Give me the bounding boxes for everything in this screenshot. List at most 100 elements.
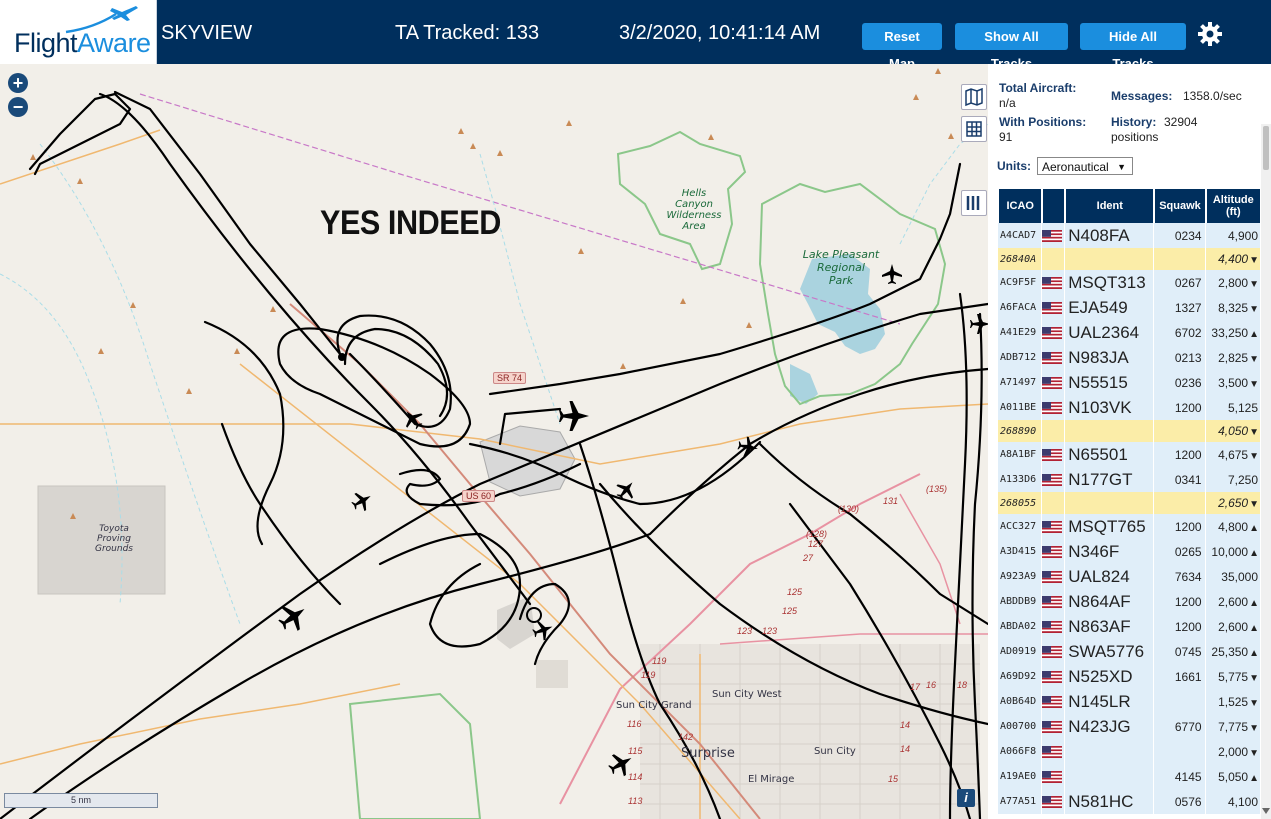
- table-row[interactable]: ACC327 MSQT765 1200 4,800▲: [998, 514, 1260, 539]
- units-select[interactable]: Aeronautical ▼: [1037, 157, 1133, 175]
- row-ident: [1065, 492, 1154, 514]
- label-hells-canyon: Hells Canyon Wilderness Area: [666, 188, 722, 232]
- show-all-tracks-button[interactable]: Show All Tracks: [955, 23, 1068, 71]
- row-flag: [1042, 514, 1065, 539]
- row-altitude-value: 5,775: [1218, 669, 1249, 684]
- table-row[interactable]: AD0919 SWA5776 0745 25,350▲: [998, 639, 1260, 664]
- table-row[interactable]: A011BE N103VK 1200 5,125: [998, 395, 1260, 420]
- row-icao: A6FACA: [998, 295, 1042, 320]
- table-row[interactable]: ADB712 N983JA 0213 2,825▼: [998, 345, 1260, 370]
- map-base-layer[interactable]: [0, 64, 988, 819]
- row-squawk: 0745: [1154, 639, 1205, 664]
- row-ident: N55515: [1065, 370, 1154, 395]
- grid-icon[interactable]: [961, 116, 987, 142]
- row-altitude-value: 2,600: [1218, 619, 1249, 634]
- table-row[interactable]: A4CAD7 N408FA 0234 4,900: [998, 223, 1260, 248]
- row-altitude: 2,600▲: [1205, 589, 1260, 614]
- table-row[interactable]: A41E29 UAL2364 6702 33,250▲: [998, 320, 1260, 345]
- table-row[interactable]: A00700 N423JG 6770 7,775▼: [998, 714, 1260, 739]
- us-flag-icon: [1042, 473, 1063, 486]
- flightaware-logo[interactable]: FlightAware: [0, 0, 157, 64]
- row-flag: [1042, 639, 1065, 664]
- row-altitude-value: 2,650: [1218, 496, 1249, 510]
- col-squawk[interactable]: Squawk: [1154, 189, 1205, 223]
- row-altitude-trend: ▲: [1249, 547, 1259, 559]
- row-flag: [1042, 295, 1065, 320]
- row-ident: [1065, 764, 1154, 789]
- sidebar-scrollbar-thumb[interactable]: [1263, 126, 1269, 170]
- table-row[interactable]: A8A1BF N65501 1200 4,675▼: [998, 442, 1260, 467]
- row-altitude-value: 5,050: [1218, 769, 1249, 784]
- row-ident: [1065, 420, 1154, 442]
- zoom-in-button[interactable]: +: [8, 73, 28, 93]
- route-number: 116: [627, 719, 642, 729]
- row-altitude: 35,000: [1205, 564, 1260, 589]
- row-flag: [1042, 589, 1065, 614]
- route-number: 114: [628, 772, 643, 782]
- row-altitude-trend: ▼: [1249, 278, 1259, 290]
- us-flag-icon: [1042, 326, 1063, 339]
- table-row[interactable]: A6FACA EJA549 1327 8,325▼: [998, 295, 1260, 320]
- table-row[interactable]: A066F8 2,000▼: [998, 739, 1260, 764]
- row-altitude-value: 7,250: [1227, 472, 1258, 487]
- table-row[interactable]: 268055 2,650▼: [998, 492, 1260, 514]
- table-row[interactable]: 268890 4,050▼: [998, 420, 1260, 442]
- row-icao: AC9F5F: [998, 270, 1042, 295]
- reset-map-button[interactable]: Reset Map: [862, 23, 942, 71]
- row-icao: A3D415: [998, 539, 1042, 564]
- zoom-out-button[interactable]: −: [8, 97, 28, 117]
- row-ident: UAL824: [1065, 564, 1154, 589]
- table-row[interactable]: A3D415 N346F 0265 10,000▲: [998, 539, 1260, 564]
- col-icao[interactable]: ICAO: [998, 189, 1042, 223]
- info-icon[interactable]: i: [957, 789, 975, 807]
- table-row[interactable]: AC9F5F MSQT313 0267 2,800▼: [998, 270, 1260, 295]
- row-icao: A71497: [998, 370, 1042, 395]
- row-ident: UAL2364: [1065, 320, 1154, 345]
- map-layers-icon[interactable]: [961, 84, 987, 110]
- row-altitude-value: 4,675: [1218, 447, 1249, 462]
- scroll-down-arrow-icon[interactable]: [1262, 806, 1270, 816]
- map-canvas[interactable]: + − YES INDEED Hells Canyon Wilderness A…: [0, 64, 988, 819]
- columns-icon[interactable]: [961, 190, 987, 216]
- row-altitude: 2,600▲: [1205, 614, 1260, 639]
- row-flag: [1042, 320, 1065, 345]
- sidebar-scrollbar[interactable]: [1261, 124, 1271, 819]
- label-lake-pleasant: Lake Pleasant Regional Park: [802, 248, 880, 287]
- hide-all-tracks-button[interactable]: Hide All Tracks: [1080, 23, 1186, 71]
- table-row[interactable]: A77A51 N581HC 0576 4,100: [998, 789, 1260, 814]
- row-squawk: 1200: [1154, 395, 1205, 420]
- row-squawk: 1200: [1154, 514, 1205, 539]
- table-row[interactable]: A69D92 N525XD 1661 5,775▼: [998, 664, 1260, 689]
- us-flag-icon: [1042, 520, 1063, 533]
- table-row[interactable]: A133D6 N177GT 0341 7,250: [998, 467, 1260, 492]
- row-squawk: [1154, 248, 1205, 270]
- label-surprise: Surprise: [681, 746, 735, 761]
- row-icao: A923A9: [998, 564, 1042, 589]
- table-row[interactable]: A0B64D N145LR 1,525▼: [998, 689, 1260, 714]
- row-flag: [1042, 420, 1065, 442]
- row-icao: A77A51: [998, 789, 1042, 814]
- row-flag: [1042, 370, 1065, 395]
- table-row[interactable]: A923A9 UAL824 7634 35,000: [998, 564, 1260, 589]
- table-row[interactable]: A19AE0 4145 5,050▲: [998, 764, 1260, 789]
- row-altitude-value: 10,000: [1211, 544, 1249, 559]
- row-altitude: 7,250: [1205, 467, 1260, 492]
- route-number: 15: [888, 774, 899, 784]
- col-flag[interactable]: [1042, 189, 1065, 223]
- gear-icon[interactable]: [1196, 20, 1224, 48]
- row-squawk: 1200: [1154, 442, 1205, 467]
- row-icao: A8A1BF: [998, 442, 1042, 467]
- table-row[interactable]: A71497 N55515 0236 3,500▼: [998, 370, 1260, 395]
- row-altitude-trend: ▼: [1249, 722, 1259, 734]
- table-row[interactable]: 26840A 4,400▼: [998, 248, 1260, 270]
- table-row[interactable]: ABDA02 N863AF 1200 2,600▲: [998, 614, 1260, 639]
- row-altitude: 2,000▼: [1205, 739, 1260, 764]
- row-altitude: 2,800▼: [1205, 270, 1260, 295]
- col-ident[interactable]: Ident: [1065, 189, 1154, 223]
- row-altitude-value: 35,000: [1221, 569, 1258, 584]
- total-aircraft-label: Total Aircraft:: [999, 81, 1077, 95]
- row-squawk: 1200: [1154, 614, 1205, 639]
- table-row[interactable]: ABDDB9 N864AF 1200 2,600▲: [998, 589, 1260, 614]
- col-altitude[interactable]: Altitude (ft): [1205, 189, 1260, 223]
- row-icao: A19AE0: [998, 764, 1042, 789]
